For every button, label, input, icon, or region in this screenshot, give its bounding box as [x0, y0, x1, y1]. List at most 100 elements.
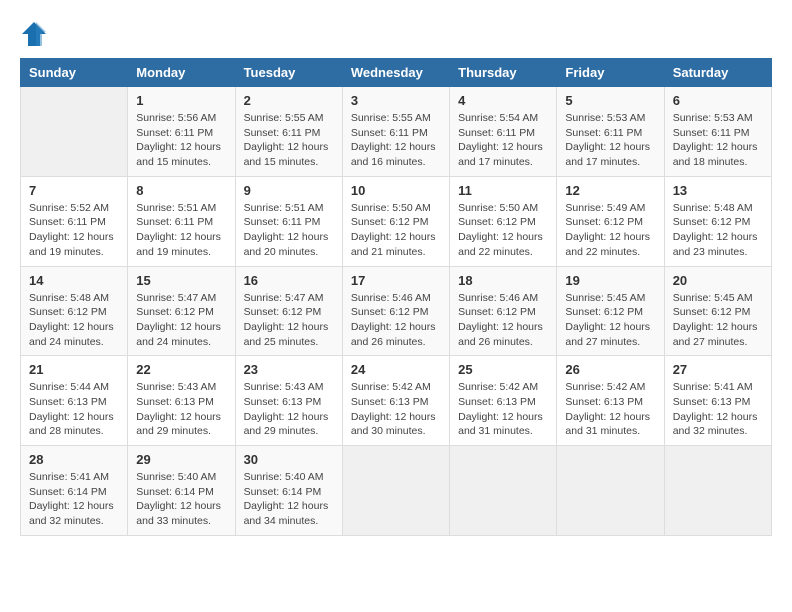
day-number: 30 [244, 452, 334, 467]
day-number: 27 [673, 362, 763, 377]
day-info: Sunrise: 5:53 AMSunset: 6:11 PMDaylight:… [565, 111, 655, 170]
day-number: 21 [29, 362, 119, 377]
day-header-monday: Monday [128, 59, 235, 87]
calendar-cell: 1Sunrise: 5:56 AMSunset: 6:11 PMDaylight… [128, 87, 235, 177]
calendar-cell: 6 Sunrise: 5:53 AMSunset: 6:11 PMDaylight… [664, 87, 771, 177]
day-number: 18 [458, 273, 548, 288]
week-row-1: 1Sunrise: 5:56 AMSunset: 6:11 PMDaylight… [21, 87, 772, 177]
calendar-cell: 12 Sunrise: 5:49 AMSunset: 6:12 PMDayligh… [557, 176, 664, 266]
calendar-cell: 10 Sunrise: 5:50 AMSunset: 6:12 PMDayligh… [342, 176, 449, 266]
calendar-cell: 11 Sunrise: 5:50 AMSunset: 6:12 PMDayligh… [450, 176, 557, 266]
calendar-cell: 19Sunrise: 5:45 AMSunset: 6:12 PMDayligh… [557, 266, 664, 356]
day-info: Sunrise: 5:48 AMSunset: 6:12 PMDaylight:… [29, 291, 119, 350]
day-info: Sunrise: 5:47 AMSunset: 6:12 PMDaylight:… [136, 291, 226, 350]
calendar-cell: 23 Sunrise: 5:43 AMSunset: 6:13 PMDayligh… [235, 356, 342, 446]
day-number: 17 [351, 273, 441, 288]
day-number: 29 [136, 452, 226, 467]
week-row-5: 28 Sunrise: 5:41 AMSunset: 6:14 PMDayligh… [21, 446, 772, 536]
day-info: Sunrise: 5:42 AMSunset: 6:13 PMDaylight:… [458, 380, 548, 439]
calendar-cell: 16Sunrise: 5:47 AMSunset: 6:12 PMDayligh… [235, 266, 342, 356]
calendar-cell: 24Sunrise: 5:42 AMSunset: 6:13 PMDayligh… [342, 356, 449, 446]
day-number: 19 [565, 273, 655, 288]
week-row-3: 14 Sunrise: 5:48 AMSunset: 6:12 PMDayligh… [21, 266, 772, 356]
day-info: Sunrise: 5:43 AMSunset: 6:13 PMDaylight:… [136, 380, 226, 439]
calendar-cell [21, 87, 128, 177]
day-header-wednesday: Wednesday [342, 59, 449, 87]
day-number: 3 [351, 93, 441, 108]
page-header [20, 20, 772, 48]
calendar-cell: 27 Sunrise: 5:41 AMSunset: 6:13 PMDayligh… [664, 356, 771, 446]
logo-icon [20, 20, 48, 48]
day-info: Sunrise: 5:55 AMSunset: 6:11 PMDaylight:… [351, 111, 441, 170]
week-row-2: 7 Sunrise: 5:52 AMSunset: 6:11 PMDaylight… [21, 176, 772, 266]
calendar-cell: 13 Sunrise: 5:48 AMSunset: 6:12 PMDayligh… [664, 176, 771, 266]
calendar-cell: 28 Sunrise: 5:41 AMSunset: 6:14 PMDayligh… [21, 446, 128, 536]
calendar-cell [557, 446, 664, 536]
day-header-thursday: Thursday [450, 59, 557, 87]
day-info: Sunrise: 5:40 AMSunset: 6:14 PMDaylight:… [136, 470, 226, 529]
calendar-cell: 3 Sunrise: 5:55 AMSunset: 6:11 PMDaylight… [342, 87, 449, 177]
day-header-sunday: Sunday [21, 59, 128, 87]
day-info: Sunrise: 5:46 AMSunset: 6:12 PMDaylight:… [351, 291, 441, 350]
day-header-friday: Friday [557, 59, 664, 87]
day-info: Sunrise: 5:50 AMSunset: 6:12 PMDaylight:… [351, 201, 441, 260]
day-number: 12 [565, 183, 655, 198]
day-header-saturday: Saturday [664, 59, 771, 87]
week-row-4: 21 Sunrise: 5:44 AMSunset: 6:13 PMDayligh… [21, 356, 772, 446]
logo [20, 20, 52, 48]
day-info: Sunrise: 5:44 AMSunset: 6:13 PMDaylight:… [29, 380, 119, 439]
day-header-tuesday: Tuesday [235, 59, 342, 87]
calendar-cell [450, 446, 557, 536]
calendar-cell: 14 Sunrise: 5:48 AMSunset: 6:12 PMDayligh… [21, 266, 128, 356]
day-info: Sunrise: 5:42 AMSunset: 6:13 PMDaylight:… [565, 380, 655, 439]
day-number: 6 [673, 93, 763, 108]
calendar-cell [664, 446, 771, 536]
calendar-cell: 29 Sunrise: 5:40 AMSunset: 6:14 PMDayligh… [128, 446, 235, 536]
day-info: Sunrise: 5:46 AMSunset: 6:12 PMDaylight:… [458, 291, 548, 350]
calendar-cell: 7 Sunrise: 5:52 AMSunset: 6:11 PMDaylight… [21, 176, 128, 266]
day-info: Sunrise: 5:40 AMSunset: 6:14 PMDaylight:… [244, 470, 334, 529]
calendar-cell: 17 Sunrise: 5:46 AMSunset: 6:12 PMDayligh… [342, 266, 449, 356]
calendar-cell: 9Sunrise: 5:51 AMSunset: 6:11 PMDaylight… [235, 176, 342, 266]
day-number: 20 [673, 273, 763, 288]
day-number: 26 [565, 362, 655, 377]
day-info: Sunrise: 5:55 AMSunset: 6:11 PMDaylight:… [244, 111, 334, 170]
calendar-cell: 18 Sunrise: 5:46 AMSunset: 6:12 PMDayligh… [450, 266, 557, 356]
calendar-cell: 5 Sunrise: 5:53 AMSunset: 6:11 PMDaylight… [557, 87, 664, 177]
calendar-table: SundayMondayTuesdayWednesdayThursdayFrid… [20, 58, 772, 536]
calendar-cell: 22 Sunrise: 5:43 AMSunset: 6:13 PMDayligh… [128, 356, 235, 446]
day-info: Sunrise: 5:49 AMSunset: 6:12 PMDaylight:… [565, 201, 655, 260]
day-info: Sunrise: 5:48 AMSunset: 6:12 PMDaylight:… [673, 201, 763, 260]
calendar-cell: 25 Sunrise: 5:42 AMSunset: 6:13 PMDayligh… [450, 356, 557, 446]
day-number: 22 [136, 362, 226, 377]
day-info: Sunrise: 5:52 AMSunset: 6:11 PMDaylight:… [29, 201, 119, 260]
day-number: 2 [244, 93, 334, 108]
day-number: 25 [458, 362, 548, 377]
day-info: Sunrise: 5:53 AMSunset: 6:11 PMDaylight:… [673, 111, 763, 170]
day-number: 8 [136, 183, 226, 198]
calendar-cell: 30 Sunrise: 5:40 AMSunset: 6:14 PMDayligh… [235, 446, 342, 536]
day-number: 1 [136, 93, 226, 108]
day-number: 7 [29, 183, 119, 198]
day-number: 9 [244, 183, 334, 198]
day-number: 13 [673, 183, 763, 198]
calendar-header-row: SundayMondayTuesdayWednesdayThursdayFrid… [21, 59, 772, 87]
day-info: Sunrise: 5:45 AMSunset: 6:12 PMDaylight:… [673, 291, 763, 350]
day-info: Sunrise: 5:54 AMSunset: 6:11 PMDaylight:… [458, 111, 548, 170]
day-number: 11 [458, 183, 548, 198]
day-info: Sunrise: 5:41 AMSunset: 6:14 PMDaylight:… [29, 470, 119, 529]
day-number: 10 [351, 183, 441, 198]
calendar-cell [342, 446, 449, 536]
day-number: 23 [244, 362, 334, 377]
day-number: 14 [29, 273, 119, 288]
day-info: Sunrise: 5:50 AMSunset: 6:12 PMDaylight:… [458, 201, 548, 260]
calendar-cell: 26 Sunrise: 5:42 AMSunset: 6:13 PMDayligh… [557, 356, 664, 446]
calendar-cell: 2 Sunrise: 5:55 AMSunset: 6:11 PMDaylight… [235, 87, 342, 177]
day-number: 28 [29, 452, 119, 467]
day-number: 5 [565, 93, 655, 108]
calendar-cell: 21 Sunrise: 5:44 AMSunset: 6:13 PMDayligh… [21, 356, 128, 446]
day-number: 16 [244, 273, 334, 288]
day-info: Sunrise: 5:41 AMSunset: 6:13 PMDaylight:… [673, 380, 763, 439]
day-info: Sunrise: 5:43 AMSunset: 6:13 PMDaylight:… [244, 380, 334, 439]
calendar-cell: 20 Sunrise: 5:45 AMSunset: 6:12 PMDayligh… [664, 266, 771, 356]
